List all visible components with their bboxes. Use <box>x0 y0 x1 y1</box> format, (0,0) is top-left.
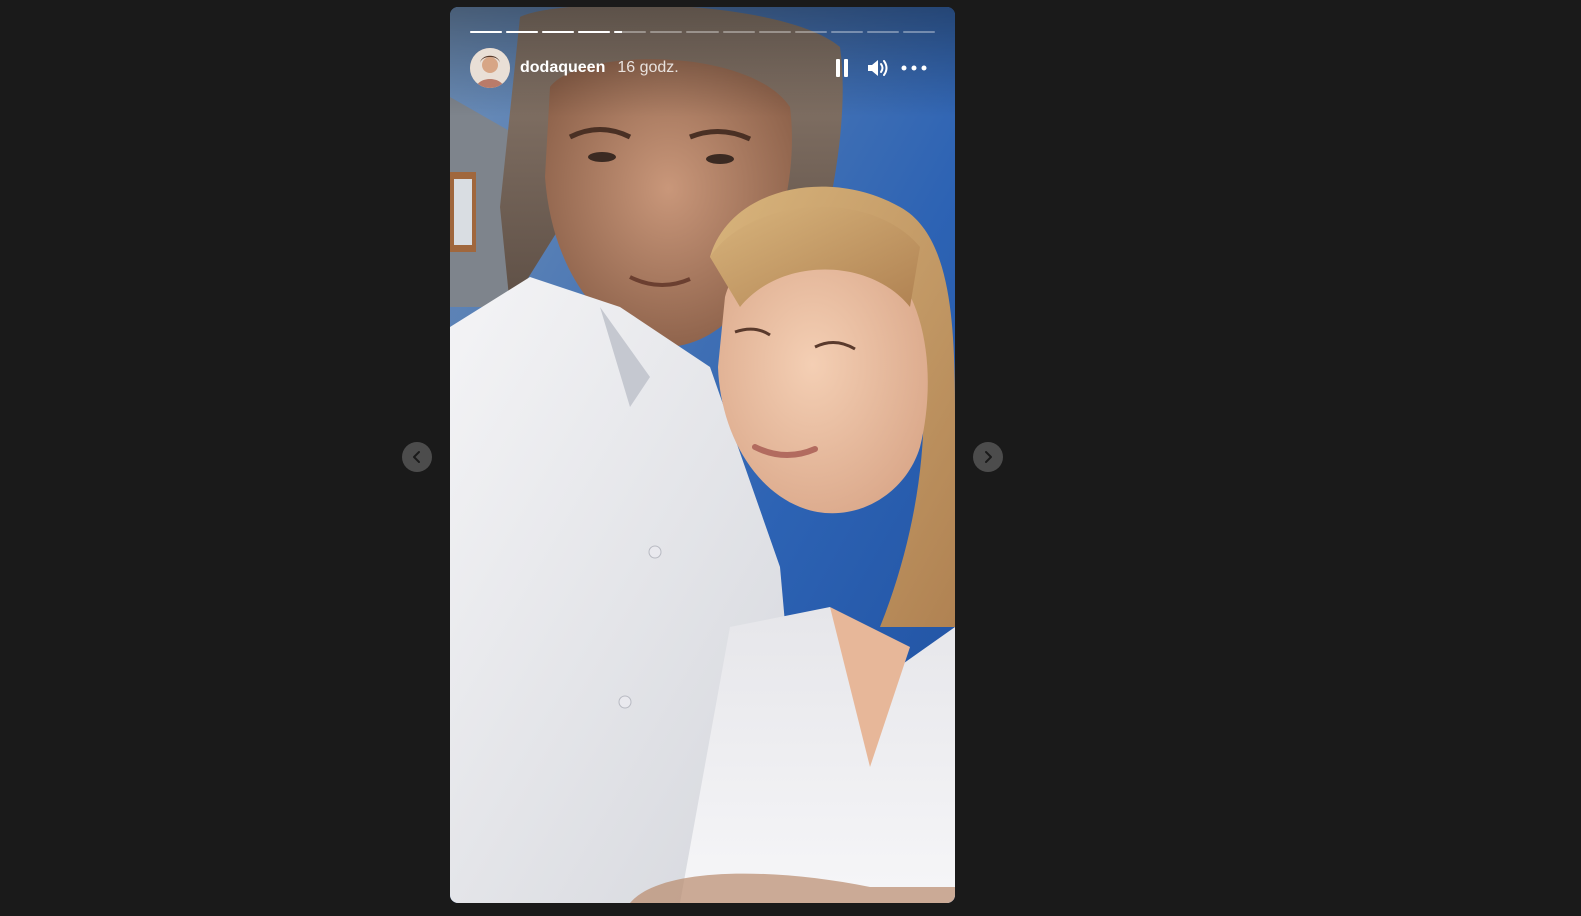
progress-segment <box>506 31 539 33</box>
progress-segment <box>614 31 647 33</box>
story-timestamp: 16 godz. <box>617 59 679 76</box>
story-username[interactable]: dodaqueen <box>520 59 605 77</box>
progress-segment <box>866 31 899 33</box>
story-card[interactable]: dodaqueen 16 godz. <box>450 7 955 903</box>
story-controls <box>829 55 927 81</box>
progress-segment <box>722 31 755 33</box>
chevron-left-icon <box>413 451 420 463</box>
pause-icon <box>836 59 848 77</box>
progress-segment <box>542 31 575 33</box>
previous-story-button[interactable] <box>402 442 432 472</box>
progress-segment-fill <box>578 31 611 33</box>
story-image[interactable] <box>450 7 955 903</box>
speaker-volume-icon <box>868 60 888 76</box>
story-header: dodaqueen 16 godz. <box>470 48 935 88</box>
chevron-right-icon <box>985 451 992 463</box>
story-progress-bar <box>470 31 936 33</box>
progress-segment <box>578 31 611 33</box>
progress-segment <box>650 31 683 33</box>
more-options-button[interactable] <box>901 55 927 81</box>
pause-button[interactable] <box>829 55 855 81</box>
progress-segment-fill <box>470 31 503 33</box>
story-viewer: dodaqueen 16 godz. <box>0 0 1581 916</box>
mute-button[interactable] <box>865 55 891 81</box>
progress-segment <box>686 31 719 33</box>
avatar[interactable] <box>470 48 510 88</box>
progress-segment <box>794 31 827 33</box>
next-story-button[interactable] <box>973 442 1003 472</box>
progress-segment <box>830 31 863 33</box>
progress-segment-fill <box>542 31 575 33</box>
progress-segment-fill <box>614 31 623 33</box>
progress-segment <box>758 31 791 33</box>
progress-segment-fill <box>506 31 539 33</box>
more-options-icon <box>901 65 927 71</box>
progress-segment <box>902 31 936 33</box>
progress-segment <box>470 31 503 33</box>
